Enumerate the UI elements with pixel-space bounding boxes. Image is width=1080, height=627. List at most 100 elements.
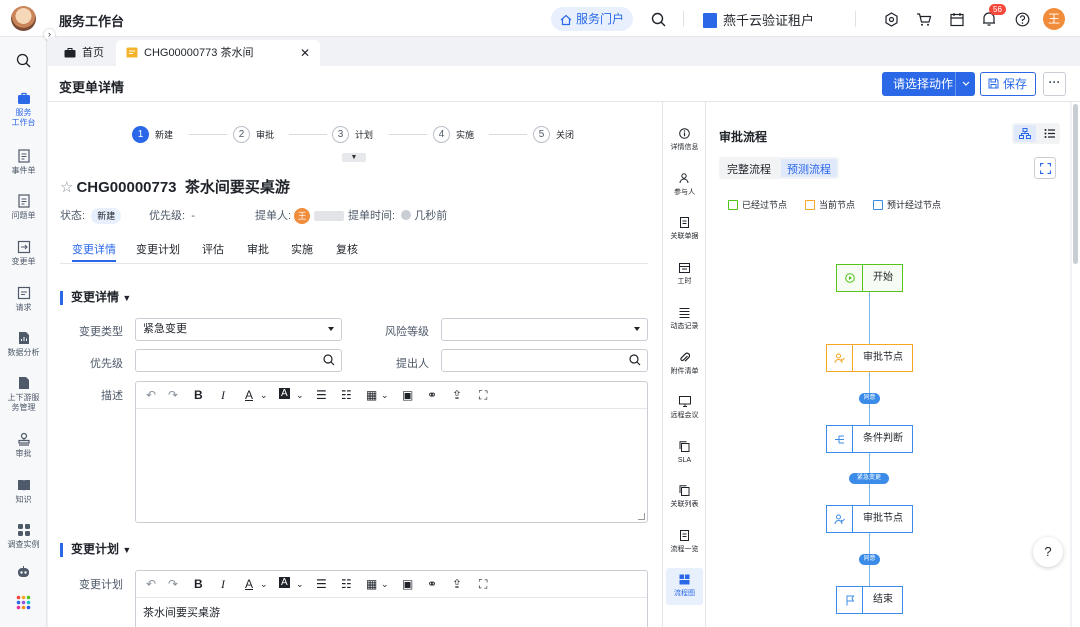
chevron-down-icon[interactable]: ⌄ bbox=[296, 579, 304, 590]
rail-flow-overview[interactable]: 流程一览 bbox=[663, 530, 706, 554]
service-portal-button[interactable]: 服务门户 bbox=[551, 7, 633, 31]
rail-sla[interactable]: SLA bbox=[663, 441, 706, 465]
link-icon[interactable]: ⚭ bbox=[427, 388, 437, 402]
rail-detail-info[interactable]: 详情信息 bbox=[663, 128, 706, 152]
rail-participants[interactable]: 参与人 bbox=[663, 173, 706, 197]
stepper-collapse-toggle[interactable]: ▼ bbox=[342, 153, 366, 162]
tab-change-ticket[interactable]: CHG00000773 茶水间 ✕ bbox=[116, 40, 320, 66]
sidebar-item-approval[interactable]: 审批 bbox=[0, 432, 47, 459]
page-scrollbar[interactable] bbox=[1072, 102, 1080, 627]
tab-assessment[interactable]: 评估 bbox=[202, 241, 224, 257]
flowchart-view-button[interactable] bbox=[1014, 125, 1036, 142]
rail-activity-log[interactable]: 动态记录 bbox=[663, 307, 706, 331]
tab-change-plan[interactable]: 变更计划 bbox=[136, 241, 180, 257]
italic-icon[interactable]: I bbox=[221, 388, 225, 403]
upload-icon[interactable]: ⇪ bbox=[452, 388, 462, 402]
app-logo[interactable] bbox=[11, 6, 36, 31]
bold-icon[interactable]: B bbox=[194, 577, 203, 591]
chevron-down-icon[interactable]: ⌄ bbox=[260, 390, 268, 401]
rail-remote-meeting[interactable]: 远程会议 bbox=[663, 396, 706, 420]
save-button[interactable]: 保存 bbox=[980, 72, 1036, 96]
flow-node-approval-current[interactable]: 审批节点 bbox=[826, 344, 913, 372]
sidebar-item-change[interactable]: 变更单 bbox=[0, 240, 47, 267]
table-icon[interactable]: ▦ bbox=[366, 577, 377, 591]
sidebar-item-upstream-downstream[interactable]: 上下游服 务管理 bbox=[0, 376, 47, 413]
resize-handle[interactable] bbox=[638, 513, 645, 520]
image-icon[interactable]: ▣ bbox=[402, 388, 413, 402]
proposer-search-field[interactable] bbox=[441, 349, 648, 372]
font-color-icon[interactable]: A bbox=[245, 388, 253, 402]
image-icon[interactable]: ▣ bbox=[402, 577, 413, 591]
list-view-icon[interactable] bbox=[1044, 128, 1055, 139]
chevron-down-icon[interactable]: ⌄ bbox=[381, 579, 389, 590]
select-action-button[interactable]: 请选择动作 bbox=[882, 72, 975, 96]
undo-icon[interactable]: ↶ bbox=[146, 388, 156, 402]
close-icon[interactable]: ✕ bbox=[300, 40, 310, 66]
undo-icon[interactable]: ↶ bbox=[146, 577, 156, 591]
star-icon[interactable]: ☆ bbox=[60, 179, 73, 196]
rail-related-tickets[interactable]: 关联单据 bbox=[663, 217, 706, 241]
tab-review[interactable]: 复核 bbox=[336, 241, 358, 257]
flow-node-start[interactable]: 开始 bbox=[836, 264, 903, 292]
italic-icon[interactable]: I bbox=[221, 577, 225, 592]
robot-icon[interactable] bbox=[16, 565, 31, 582]
priority-search-field[interactable] bbox=[135, 349, 342, 372]
chevron-down-icon[interactable] bbox=[955, 72, 975, 96]
fullscreen-icon[interactable]: ⛶ bbox=[479, 577, 487, 592]
section-change-details[interactable]: 变更详情 ▼ bbox=[60, 291, 131, 305]
tenant-switcher[interactable]: 燕千云验证租户 bbox=[703, 10, 814, 29]
description-editor[interactable]: ↶ ↷ B I A ⌄ A ⌄ ☰ ☷ ▦ ⌄ ▣ ⚭ ⇪ ⛶ bbox=[135, 381, 648, 523]
link-icon[interactable]: ⚭ bbox=[427, 577, 437, 591]
flow-node-condition[interactable]: 条件判断 bbox=[826, 425, 913, 453]
user-avatar[interactable]: 王 bbox=[1043, 8, 1065, 30]
fullscreen-icon[interactable]: ⛶ bbox=[479, 388, 487, 403]
sidebar-item-request[interactable]: 请求 bbox=[0, 286, 47, 313]
redo-icon[interactable]: ↷ bbox=[168, 388, 178, 402]
sidebar-item-survey[interactable]: 调查实例 bbox=[0, 523, 47, 550]
tab-home[interactable]: 首页 bbox=[64, 40, 104, 66]
numbered-list-icon[interactable]: ☷ bbox=[341, 388, 352, 402]
sidebar-item-service-workbench[interactable]: 服务 工作台 bbox=[0, 91, 47, 128]
fullscreen-button[interactable] bbox=[1034, 157, 1056, 179]
flow-node-approval[interactable]: 审批节点 bbox=[826, 505, 913, 533]
rail-attachments[interactable]: 附件清单 bbox=[663, 352, 706, 376]
scrollbar-thumb[interactable] bbox=[1073, 104, 1078, 264]
settings-icon[interactable] bbox=[881, 9, 901, 29]
search-icon[interactable] bbox=[648, 9, 668, 29]
flow-node-end[interactable]: 结束 bbox=[836, 586, 903, 614]
sidebar-item-incident[interactable]: 事件单 bbox=[0, 149, 47, 176]
tab-full-flow[interactable]: 完整流程 bbox=[727, 161, 771, 177]
tab-change-details[interactable]: 变更详情 bbox=[72, 241, 116, 262]
bullet-list-icon[interactable]: ☰ bbox=[316, 388, 327, 402]
sidebar-item-knowledge[interactable]: 知识 bbox=[0, 478, 47, 505]
table-icon[interactable]: ▦ bbox=[366, 388, 377, 402]
rail-flowchart[interactable]: 流程图 bbox=[666, 568, 703, 605]
chevron-down-icon[interactable]: ⌄ bbox=[296, 390, 304, 401]
rail-related-list[interactable]: 关联列表 bbox=[663, 485, 706, 509]
calendar-icon[interactable] bbox=[947, 9, 967, 29]
change-type-select[interactable]: 紧急变更 bbox=[135, 318, 342, 341]
help-icon[interactable] bbox=[1012, 9, 1032, 29]
change-plan-text[interactable]: 茶水间要买桌游 bbox=[143, 604, 220, 620]
cart-icon[interactable] bbox=[914, 9, 934, 29]
more-button[interactable]: ··· bbox=[1043, 72, 1066, 96]
bullet-list-icon[interactable]: ☰ bbox=[316, 577, 327, 591]
tab-predicted-flow[interactable]: 预测流程 bbox=[787, 161, 831, 177]
tab-implementation[interactable]: 实施 bbox=[291, 241, 313, 257]
bold-icon[interactable]: B bbox=[194, 388, 203, 402]
apps-grid-icon[interactable] bbox=[16, 595, 31, 613]
change-plan-editor[interactable]: ↶ ↷ B I A ⌄ A ⌄ ☰ ☷ ▦ ⌄ ▣ ⚭ ⇪ ⛶ 茶水间要买桌游 bbox=[135, 570, 648, 627]
section-change-plan[interactable]: 变更计划 ▼ bbox=[60, 543, 131, 557]
risk-level-select[interactable] bbox=[441, 318, 648, 341]
chevron-down-icon[interactable]: ⌄ bbox=[260, 579, 268, 590]
chevron-down-icon[interactable]: ⌄ bbox=[381, 390, 389, 401]
numbered-list-icon[interactable]: ☷ bbox=[341, 577, 352, 591]
tab-approval[interactable]: 审批 bbox=[247, 241, 269, 257]
upload-icon[interactable]: ⇪ bbox=[452, 577, 462, 591]
font-color-icon[interactable]: A bbox=[245, 577, 253, 591]
highlight-icon[interactable]: A bbox=[279, 388, 290, 399]
rail-work-hours[interactable]: 工时 bbox=[663, 262, 706, 286]
redo-icon[interactable]: ↷ bbox=[168, 577, 178, 591]
floating-help-button[interactable]: ? bbox=[1033, 537, 1063, 567]
highlight-icon[interactable]: A bbox=[279, 577, 290, 588]
